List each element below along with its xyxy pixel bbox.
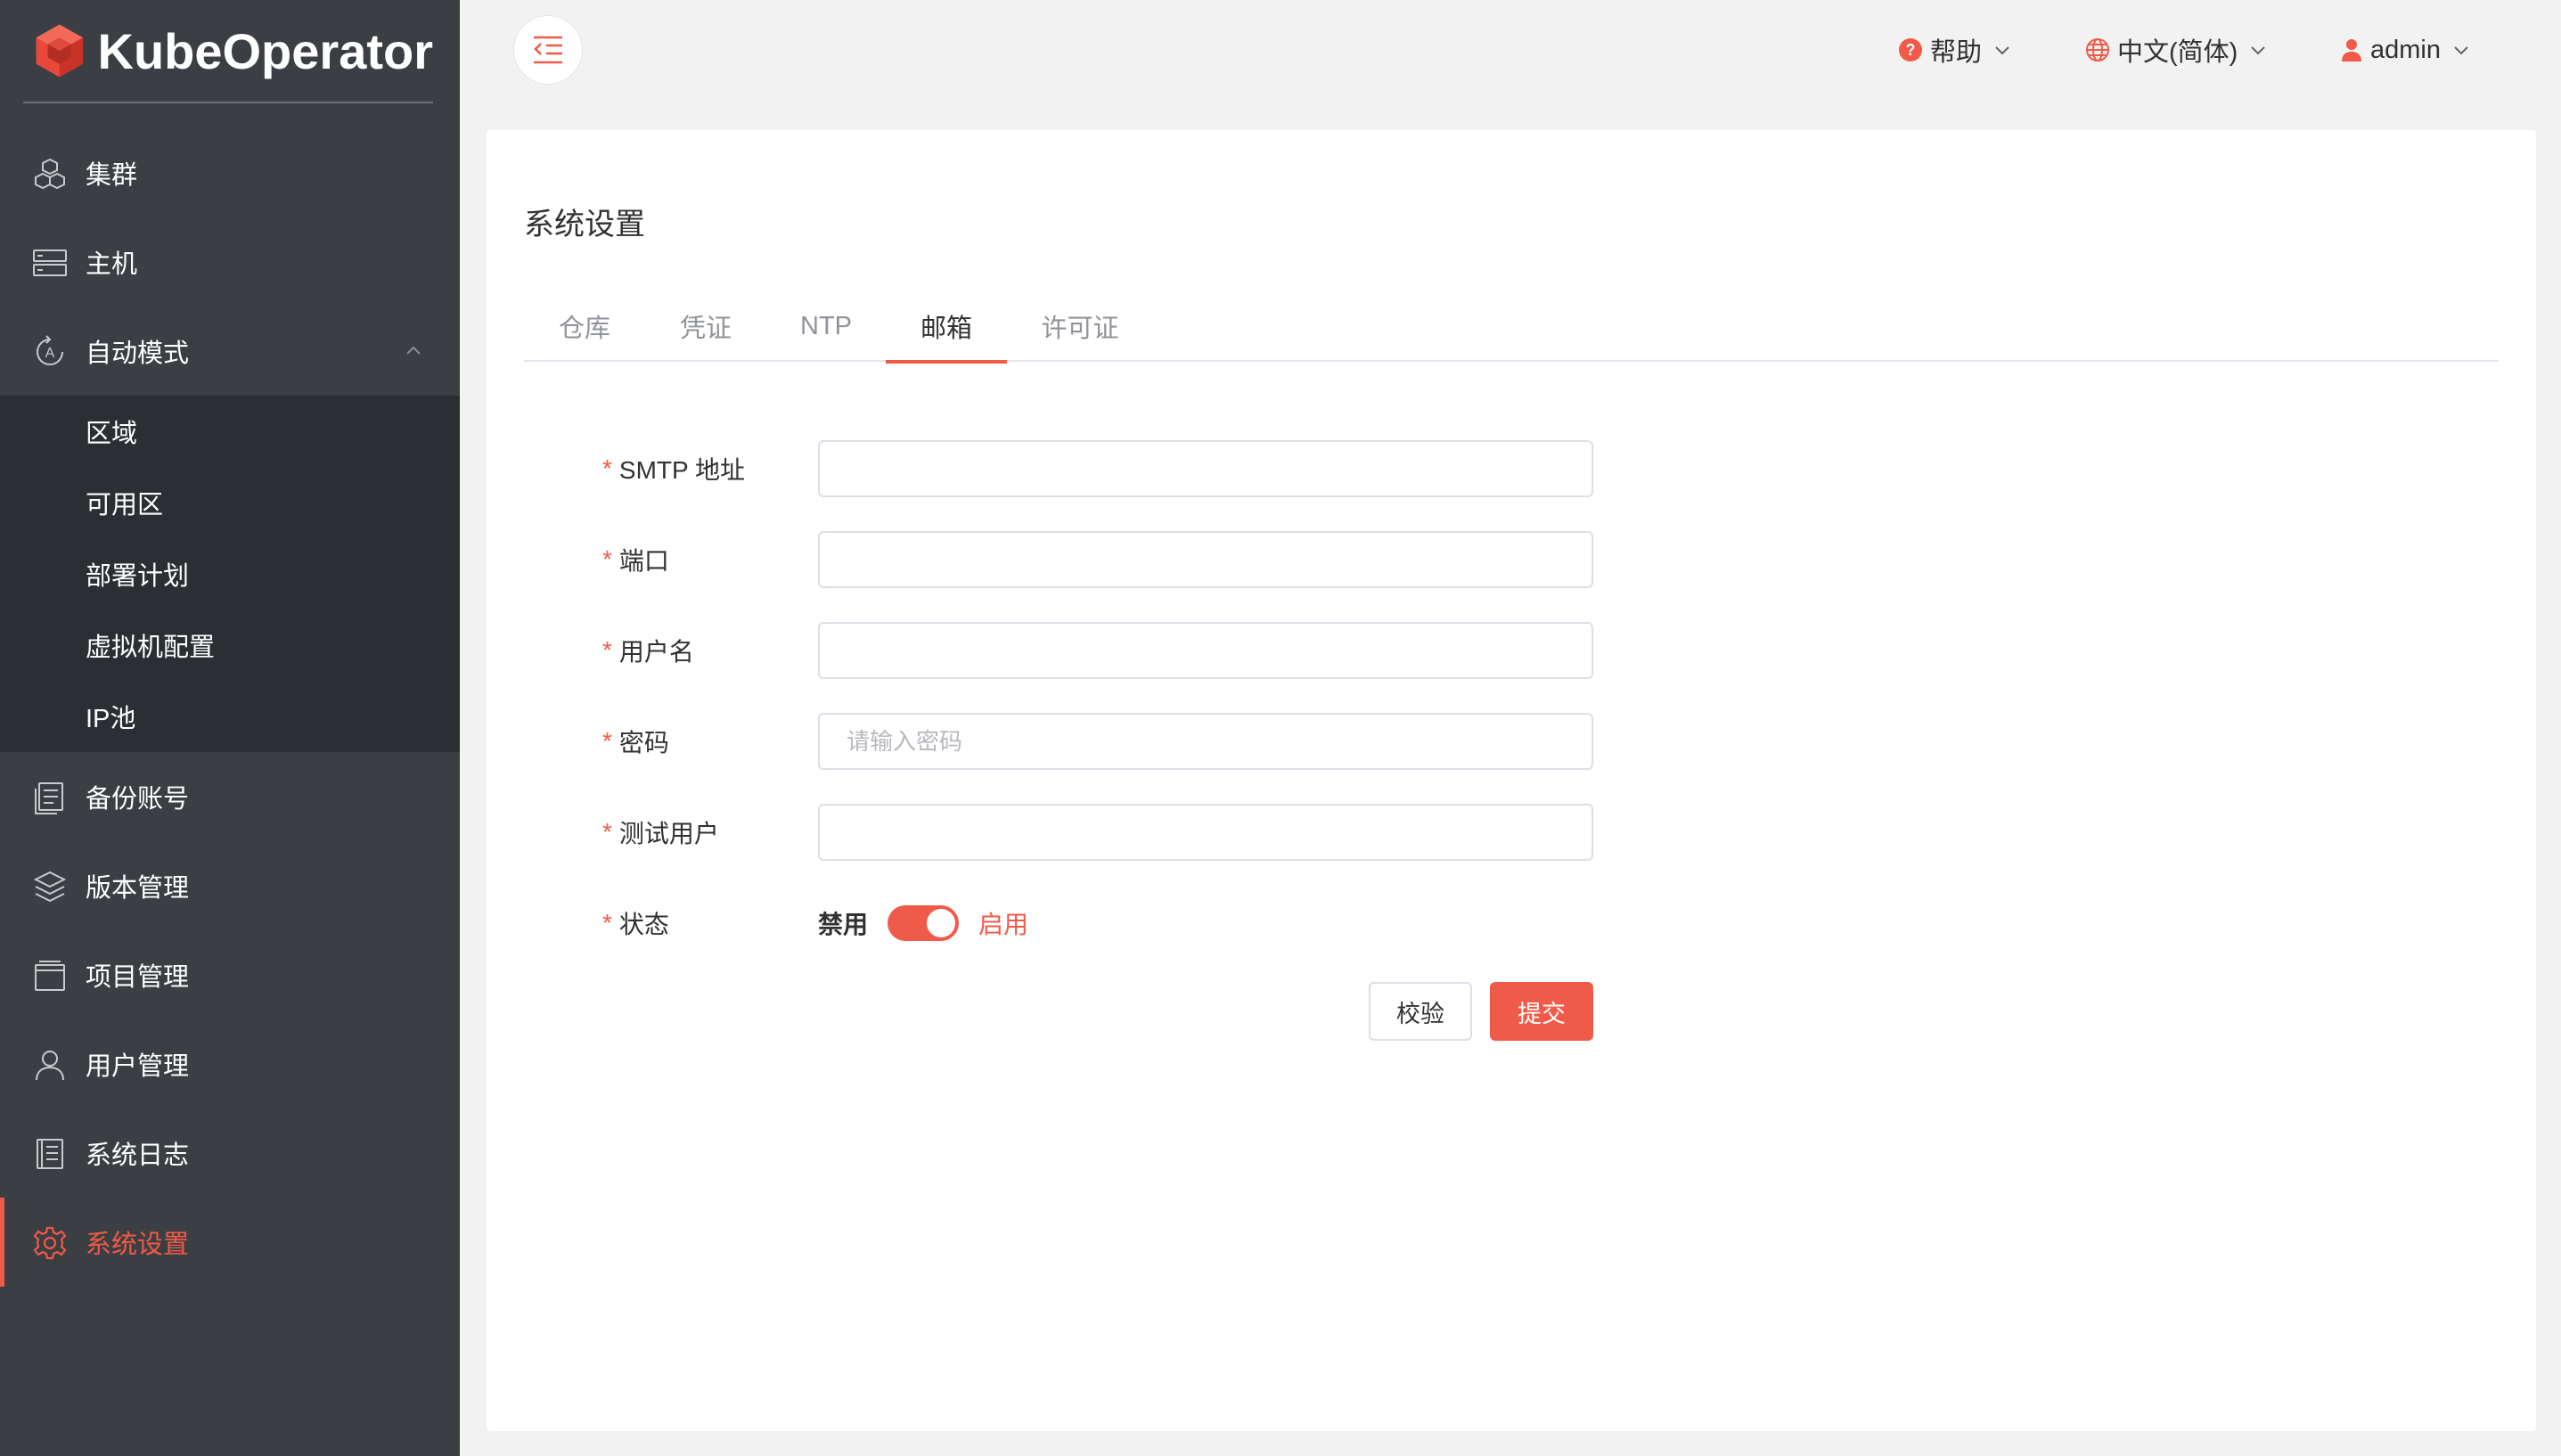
settings-tabs: 仓库 凭证 NTP 邮箱 许可证 bbox=[524, 290, 2499, 364]
sidebar-item-host[interactable]: 主机 bbox=[0, 217, 460, 307]
tab-repository[interactable]: 仓库 bbox=[524, 290, 645, 362]
form-row-test-user: * 测试用户 bbox=[487, 804, 1645, 861]
form-row-password: * 密码 bbox=[487, 713, 1645, 770]
settings-card: 系统设置 仓库 凭证 NTP 邮箱 许可证 * SMTP 地址 * 端口 * 用… bbox=[487, 130, 2536, 1431]
status-toggle[interactable] bbox=[888, 905, 960, 941]
field-label: 密码 bbox=[618, 729, 669, 757]
globe-icon bbox=[2086, 38, 2109, 61]
page-title: 系统设置 bbox=[524, 208, 645, 241]
sidebar-item-label: 系统设置 bbox=[86, 1231, 190, 1259]
form-row-status: * 状态 禁用 启用 bbox=[487, 895, 1645, 952]
question-circle-icon: ? bbox=[1899, 38, 1922, 61]
tab-credential[interactable]: 凭证 bbox=[645, 290, 766, 362]
layers-icon bbox=[33, 871, 67, 903]
field-label: 状态 bbox=[618, 911, 669, 938]
cubes-icon bbox=[35, 158, 65, 190]
switch-off-label[interactable]: 禁用 bbox=[818, 905, 868, 941]
svg-text:?: ? bbox=[1906, 41, 1916, 59]
switch-on-label[interactable]: 启用 bbox=[978, 905, 1028, 941]
password-label: * 密码 bbox=[602, 713, 669, 770]
sidebar-item-system-settings[interactable]: 系统设置 bbox=[0, 1198, 460, 1287]
sidebar-submenu-auto-mode: 区域 可用区 部署计划 虚拟机配置 IP池 bbox=[0, 396, 460, 752]
chevron-up-icon bbox=[406, 346, 421, 355]
help-menu[interactable]: ? 帮助 bbox=[1898, 30, 2012, 70]
user-icon bbox=[36, 1051, 64, 1081]
status-switch-group: 禁用 启用 bbox=[818, 895, 1028, 952]
user-label: admin bbox=[2370, 35, 2441, 64]
log-icon bbox=[37, 1139, 63, 1169]
form-row-smtp: * SMTP 地址 bbox=[487, 440, 1645, 497]
test-user-input[interactable] bbox=[818, 804, 1593, 861]
status-label: * 状态 bbox=[602, 895, 669, 952]
project-icon bbox=[35, 961, 65, 991]
tab-license[interactable]: 许可证 bbox=[1007, 290, 1153, 362]
field-label: 用户名 bbox=[618, 638, 694, 666]
sidebar-subitem-plan[interactable]: 部署计划 bbox=[0, 538, 460, 609]
language-label: 中文(简体) bbox=[2117, 38, 2238, 67]
sidebar-collapse-button[interactable] bbox=[513, 15, 583, 85]
username-label: * 用户名 bbox=[602, 622, 694, 679]
sidebar-item-cluster[interactable]: 集群 bbox=[0, 128, 460, 217]
form-row-username: * 用户名 bbox=[487, 622, 1645, 679]
user-icon bbox=[2342, 39, 2361, 61]
submit-button[interactable]: 提交 bbox=[1490, 982, 1593, 1041]
sidebar-item-version[interactable]: 版本管理 bbox=[0, 841, 460, 930]
field-label: SMTP 地址 bbox=[618, 456, 745, 484]
sidebar-item-system-log[interactable]: 系统日志 bbox=[0, 1108, 460, 1198]
sidebar-item-user[interactable]: 用户管理 bbox=[0, 1019, 460, 1108]
sidebar-item-label: 项目管理 bbox=[86, 963, 190, 992]
menu-fold-icon bbox=[534, 36, 562, 64]
sidebar-menu: 集群 主机 A 自动模式 区域 可用区 部署计划 虚拟机配置 IP池 备份账号 … bbox=[0, 128, 460, 1287]
sidebar-item-label: 自动模式 bbox=[86, 339, 190, 368]
verify-button[interactable]: 校验 bbox=[1369, 982, 1472, 1041]
sidebar-item-label: 备份账号 bbox=[86, 785, 190, 814]
chevron-down-icon bbox=[2454, 46, 2468, 55]
smtp-address-input[interactable] bbox=[818, 440, 1593, 497]
toggle-knob bbox=[927, 909, 956, 937]
smtp-address-label: * SMTP 地址 bbox=[602, 440, 745, 497]
app-logo[interactable]: KubeOperator bbox=[23, 0, 433, 103]
help-label: 帮助 bbox=[1930, 38, 1983, 67]
field-label: 端口 bbox=[618, 547, 669, 575]
server-icon bbox=[33, 249, 67, 276]
required-mark: * bbox=[602, 636, 612, 664]
kubeoperator-logo-icon bbox=[36, 24, 83, 78]
sidebar-item-label: 主机 bbox=[86, 250, 138, 279]
chevron-down-icon bbox=[1995, 46, 2009, 55]
port-input[interactable] bbox=[818, 531, 1593, 588]
required-mark: * bbox=[602, 727, 612, 755]
sidebar-item-label: 集群 bbox=[86, 161, 138, 190]
tab-email[interactable]: 邮箱 bbox=[886, 290, 1007, 364]
app-title: KubeOperator bbox=[97, 22, 434, 79]
port-label: * 端口 bbox=[602, 531, 669, 588]
language-menu[interactable]: 中文(简体) bbox=[2085, 30, 2268, 70]
required-mark: * bbox=[602, 818, 612, 846]
backup-icon bbox=[35, 782, 63, 814]
chevron-down-icon bbox=[2251, 46, 2266, 55]
svg-text:A: A bbox=[45, 346, 55, 361]
sidebar-item-backup-account[interactable]: 备份账号 bbox=[0, 752, 460, 841]
gear-icon bbox=[33, 1226, 67, 1260]
sidebar-item-label: 用户管理 bbox=[86, 1052, 190, 1081]
password-input[interactable] bbox=[818, 713, 1593, 770]
sidebar-subitem-zone[interactable]: 可用区 bbox=[0, 467, 460, 538]
field-label: 测试用户 bbox=[618, 820, 719, 847]
username-input[interactable] bbox=[818, 622, 1593, 679]
required-mark: * bbox=[602, 909, 612, 937]
form-row-port: * 端口 bbox=[487, 531, 1645, 588]
sidebar-item-label: 系统日志 bbox=[86, 1141, 190, 1170]
sidebar-subitem-ip-pool[interactable]: IP池 bbox=[0, 681, 460, 752]
required-mark: * bbox=[602, 545, 612, 573]
tab-ntp[interactable]: NTP bbox=[766, 290, 886, 362]
sidebar-subitem-vm-config[interactable]: 虚拟机配置 bbox=[0, 609, 460, 681]
sidebar-item-auto-mode[interactable]: A 自动模式 bbox=[0, 307, 460, 396]
user-menu[interactable]: admin bbox=[2340, 30, 2471, 70]
test-user-label: * 测试用户 bbox=[602, 804, 719, 861]
sidebar: KubeOperator 集群 主机 A 自动模式 区域 可用区 部署计划 虚拟… bbox=[0, 0, 460, 1456]
sidebar-item-label: 版本管理 bbox=[86, 874, 190, 903]
auto-mode-icon: A bbox=[37, 335, 63, 365]
sidebar-item-project[interactable]: 项目管理 bbox=[0, 930, 460, 1019]
sidebar-subitem-region[interactable]: 区域 bbox=[0, 396, 460, 467]
required-mark: * bbox=[602, 454, 612, 482]
